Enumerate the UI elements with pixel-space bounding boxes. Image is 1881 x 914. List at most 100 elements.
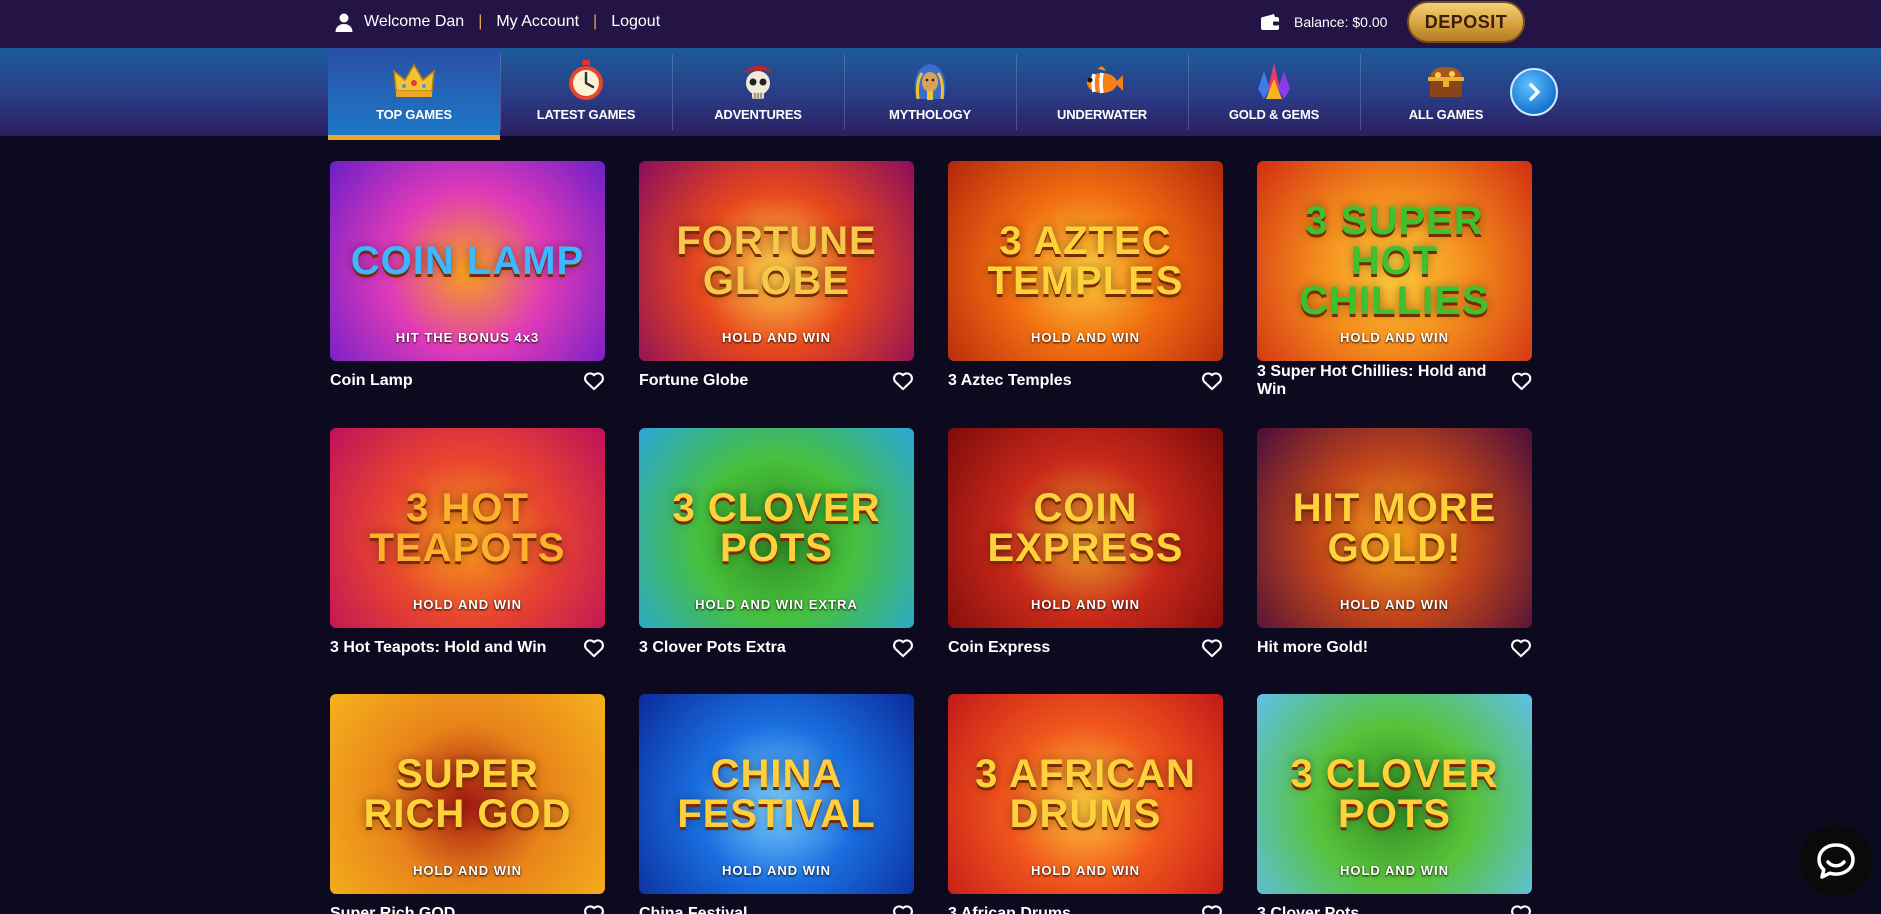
game-caption: 3 Clover Pots <box>1257 903 1532 914</box>
game-card: 3 CLOVER POTS HOLD AND WIN EXTRA 3 Clover … <box>639 428 914 659</box>
category-list: TOP GAMES LATEST GAMES ADVENTURES MYTHOLOGY… <box>328 48 1532 140</box>
game-art-title: FORTUNE GLOBE <box>676 219 877 303</box>
heart-icon[interactable] <box>1201 638 1223 658</box>
game-card: 3 HOT TEAPOTS HOLD AND WIN 3 Hot Teapots: … <box>330 428 605 659</box>
game-title[interactable]: Coin Lamp <box>330 372 413 390</box>
deposit-button[interactable]: DEPOSIT <box>1407 1 1525 43</box>
game-title[interactable]: 3 African Drums <box>948 905 1071 914</box>
heart-icon[interactable] <box>892 371 914 391</box>
category-tab-all-games[interactable]: ALL GAMES <box>1360 48 1532 136</box>
chevron-right-icon <box>1529 83 1540 101</box>
game-caption: China Festival <box>639 903 914 914</box>
separator: | <box>478 12 483 30</box>
heart-icon[interactable] <box>892 904 914 914</box>
game-card: COIN EXPRESS HOLD AND WIN Coin Express <box>948 428 1223 659</box>
game-title[interactable]: Hit more Gold! <box>1257 639 1368 657</box>
game-art-title: SUPER RICH GOD <box>363 752 572 836</box>
welcome-text: Welcome Dan <box>364 12 465 30</box>
game-title[interactable]: Fortune Globe <box>639 372 748 390</box>
game-card: 3 AFRICAN DRUMS HOLD AND WIN 3 African Dru… <box>948 694 1223 914</box>
game-title[interactable]: 3 Clover Pots Extra <box>639 639 786 657</box>
heart-icon[interactable] <box>1511 371 1532 391</box>
game-caption: Hit more Gold! <box>1257 637 1532 659</box>
game-thumbnail[interactable]: COIN LAMP HIT THE BONUS 4x3 <box>330 161 605 361</box>
category-tab-mythology[interactable]: MYTHOLOGY <box>844 48 1016 136</box>
game-thumbnail[interactable]: COIN EXPRESS HOLD AND WIN <box>948 428 1223 628</box>
game-art-subtitle: HOLD AND WIN <box>1030 863 1140 878</box>
game-thumbnail[interactable]: HIT MORE GOLD! HOLD AND WIN <box>1257 428 1532 628</box>
game-thumbnail[interactable]: 3 AZTEC TEMPLES HOLD AND WIN <box>948 161 1223 361</box>
game-card: 3 CLOVER POTS HOLD AND WIN 3 Clover Pots <box>1257 694 1532 914</box>
heart-icon[interactable] <box>1510 638 1532 658</box>
pirate-skull-icon <box>742 65 774 99</box>
category-tab-gold-gems[interactable]: GOLD & GEMS <box>1188 48 1360 136</box>
game-card: COIN LAMP HIT THE BONUS 4x3 Coin Lamp <box>330 161 605 392</box>
heart-icon[interactable] <box>892 638 914 658</box>
game-thumbnail[interactable]: 3 CLOVER POTS HOLD AND WIN EXTRA <box>639 428 914 628</box>
pharaoh-icon <box>914 64 946 100</box>
stopwatch-icon <box>569 60 603 100</box>
game-thumbnail[interactable]: 3 SUPER HOT CHILLIES HOLD AND WIN <box>1257 161 1532 361</box>
game-thumbnail[interactable]: CHINA FESTIVAL HOLD AND WIN <box>639 694 914 894</box>
category-label: TOP GAMES <box>376 107 452 122</box>
game-thumbnail[interactable]: SUPER RICH GOD HOLD AND WIN <box>330 694 605 894</box>
heart-icon[interactable] <box>1201 371 1223 391</box>
category-label: GOLD & GEMS <box>1228 107 1320 122</box>
game-thumbnail[interactable]: 3 HOT TEAPOTS HOLD AND WIN <box>330 428 605 628</box>
game-art-subtitle: HOLD AND WIN <box>412 597 522 612</box>
game-card: FORTUNE GLOBE HOLD AND WIN Fortune Globe <box>639 161 914 392</box>
chat-bubble-icon <box>1817 843 1855 879</box>
game-thumbnail[interactable]: 3 AFRICAN DRUMS HOLD AND WIN <box>948 694 1223 894</box>
game-caption: 3 Hot Teapots: Hold and Win <box>330 637 605 659</box>
treasure-chest-icon <box>1428 67 1464 97</box>
clownfish-icon <box>1087 66 1123 94</box>
game-art-title: 3 SUPER HOT CHILLIES <box>1299 199 1490 323</box>
balance-display: Balance: $0.00 <box>1260 0 1387 43</box>
game-title[interactable]: Coin Express <box>948 639 1050 657</box>
balance-text: Balance: $0.00 <box>1294 13 1388 30</box>
category-tab-top-games[interactable]: TOP GAMES <box>328 48 500 140</box>
game-card: 3 SUPER HOT CHILLIES HOLD AND WIN 3 Super … <box>1257 161 1532 398</box>
gems-icon <box>1258 63 1290 99</box>
heart-icon[interactable] <box>1201 904 1223 914</box>
game-title[interactable]: China Festival <box>639 905 747 914</box>
game-caption: 3 Super Hot Chillies: Hold and Win <box>1257 363 1532 398</box>
separator: | <box>593 12 598 30</box>
heart-icon[interactable] <box>583 904 605 914</box>
category-tab-latest-games[interactable]: LATEST GAMES <box>500 48 672 136</box>
game-caption: 3 Aztec Temples <box>948 370 1223 392</box>
game-card: CHINA FESTIVAL HOLD AND WIN China Festival <box>639 694 914 914</box>
game-art-subtitle: HIT THE BONUS 4x3 <box>395 330 540 345</box>
heart-icon[interactable] <box>583 638 605 658</box>
game-art-subtitle: HOLD AND WIN EXTRA <box>695 597 858 612</box>
game-title[interactable]: 3 Super Hot Chillies: Hold and Win <box>1257 363 1511 399</box>
my-account-link[interactable]: My Account <box>496 13 579 31</box>
game-title[interactable]: Super Rich GOD <box>330 905 455 914</box>
category-tab-adventures[interactable]: ADVENTURES <box>672 48 844 136</box>
game-art-title: COIN LAMP <box>350 239 585 283</box>
live-chat-button[interactable] <box>1800 825 1872 897</box>
category-tab-underwater[interactable]: UNDERWATER <box>1016 48 1188 136</box>
game-art-title: 3 CLOVER POTS <box>1290 752 1499 836</box>
next-category-button[interactable] <box>1510 68 1558 116</box>
category-label: MYTHOLOGY <box>889 107 971 122</box>
game-thumbnail[interactable]: FORTUNE GLOBE HOLD AND WIN <box>639 161 914 361</box>
game-art-subtitle: HOLD AND WIN <box>1339 597 1449 612</box>
game-title[interactable]: 3 Clover Pots <box>1257 905 1359 914</box>
game-caption: Super Rich GOD <box>330 903 605 914</box>
top-bar: Welcome Dan | My Account | Logout Balanc… <box>0 0 1881 48</box>
game-art-subtitle: HOLD AND WIN <box>412 863 522 878</box>
game-art-subtitle: HOLD AND WIN <box>721 330 831 345</box>
game-title[interactable]: 3 Aztec Temples <box>948 372 1072 390</box>
game-card: HIT MORE GOLD! HOLD AND WIN Hit more Gold! <box>1257 428 1532 659</box>
game-thumbnail[interactable]: 3 CLOVER POTS HOLD AND WIN <box>1257 694 1532 894</box>
user-links: Welcome Dan | My Account | Logout <box>334 0 660 43</box>
logout-link[interactable]: Logout <box>611 13 660 31</box>
wallet-icon <box>1261 13 1279 30</box>
heart-icon[interactable] <box>1510 904 1532 914</box>
heart-icon[interactable] <box>583 371 605 391</box>
category-label: UNDERWATER <box>1057 107 1147 122</box>
game-art-title: 3 HOT TEAPOTS <box>369 486 566 570</box>
game-caption: 3 African Drums <box>948 903 1223 914</box>
game-title[interactable]: 3 Hot Teapots: Hold and Win <box>330 639 546 657</box>
